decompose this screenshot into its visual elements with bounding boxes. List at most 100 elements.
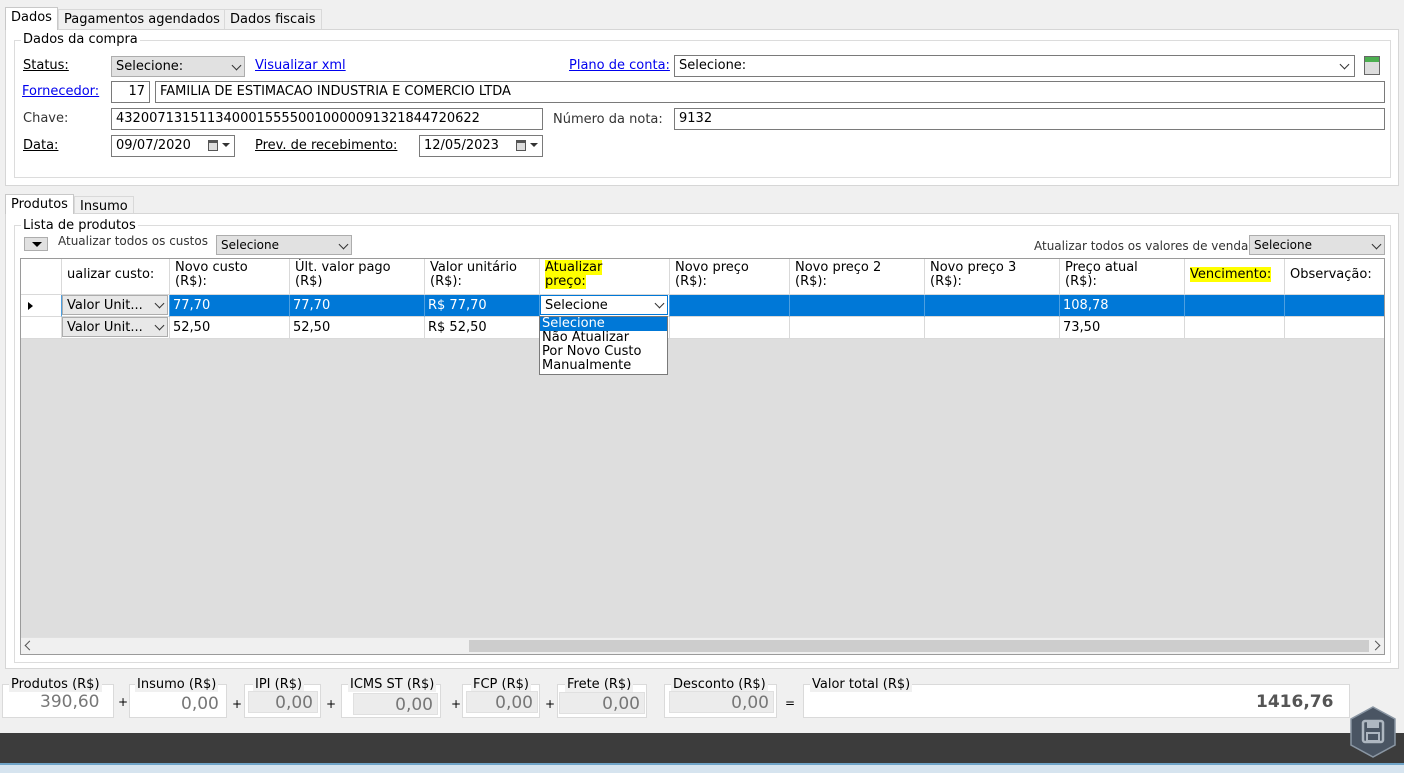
row-pointer-icon [28,302,33,310]
collapse-button[interactable] [24,237,48,251]
col-header-novo-custo[interactable]: Novo custo (R$): [170,259,290,295]
plano-de-conta-value: Selecione: [679,58,747,73]
cost-mode-select[interactable]: Valor Unit... [62,317,168,337]
col-header-vencimento[interactable]: Vencimento: [1185,259,1285,295]
update-price-dropdown-list[interactable]: Selecione Não Atualizar Por Novo Custo M… [539,316,668,375]
col-header-ult-valor-pago[interactable]: Últ. valor pago (R$) [290,259,425,295]
update-sales-label: Atualizar todos os valores de venda [1034,239,1249,253]
prev-recebimento-value: 12/05/2023 [424,138,499,153]
dropdown-option[interactable]: Por Novo Custo [540,345,667,359]
update-costs-select[interactable]: Selecione [216,235,352,255]
tab-dados[interactable]: Dados [5,7,58,30]
supplier-code-field[interactable]: 17 [111,81,150,103]
status-select[interactable]: Selecione: [111,56,245,77]
dropdown-option[interactable]: Não Atualizar [540,331,667,345]
cost-mode-cell[interactable]: Valor Unit... [62,295,170,317]
supplier-name-field[interactable]: FAMILIA DE ESTIMACAO INDUSTRIA E COMERCI… [155,81,1385,103]
chave-field[interactable]: 4320071315113400015555001000009132184472… [111,108,543,130]
new-price-cell[interactable] [670,317,790,339]
plano-de-conta-link[interactable]: Plano de conta: [569,58,670,73]
new-price-2-cell[interactable] [790,295,925,317]
col-header-valor-unitario[interactable]: Valor unitário (R$): [425,259,540,295]
update-price-select[interactable]: Selecione [540,295,668,315]
status-label: Status: [23,58,69,73]
total-desconto-value: 0,00 [669,691,774,713]
last-paid-cell[interactable]: 77,70 [290,295,425,317]
visualizar-xml-link[interactable]: Visualizar xml [255,58,346,73]
calendar-icon [516,140,526,151]
unit-value-cell[interactable]: R$ 77,70 [425,295,540,317]
new-cost-cell[interactable]: 77,70 [170,295,290,317]
total-valor-value: 1416,76 [1256,692,1334,712]
prev-recebimento-picker[interactable]: 12/05/2023 [419,135,543,157]
plano-de-conta-select[interactable]: Selecione: [674,55,1355,77]
total-insumo-value: 0,00 [181,694,219,714]
dropdown-option[interactable]: Manualmente [540,359,667,373]
new-cost-cell[interactable]: 52,50 [170,317,290,339]
update-price-cell[interactable]: Selecione [540,295,670,317]
calculator-icon[interactable] [1364,56,1380,75]
chevron-down-icon [154,320,165,331]
total-ipi-value: 0,00 [248,691,318,713]
numero-nota-label: Número da nota: [553,112,663,127]
total-ipi-label: IPI (R$) [253,677,305,692]
new-price-3-cell[interactable] [925,295,1060,317]
row-header[interactable] [21,295,62,317]
tab-pagamentos-agendados[interactable]: Pagamentos agendados [58,9,226,30]
dropdown-option[interactable]: Selecione [540,317,667,331]
dropdown-arrow-icon [530,143,538,147]
chave-label: Chave: [23,111,69,126]
fornecedor-link[interactable]: Fornecedor: [22,84,99,99]
chevron-down-icon [1371,239,1382,250]
col-header-novo-preco-3[interactable]: Novo preço 3 (R$): [925,259,1060,295]
horizontal-scrollbar[interactable] [21,637,1384,654]
col-header-novo-preco-2[interactable]: Novo preço 2 (R$): [790,259,925,295]
obs-cell[interactable] [1285,317,1384,339]
row-header[interactable] [21,317,62,339]
dropdown-arrow-icon [32,242,42,247]
due-cell[interactable] [1185,295,1285,317]
data-picker[interactable]: 09/07/2020 [111,135,235,157]
plus-sign: + [118,695,129,709]
new-price-cell[interactable] [670,295,790,317]
plus-sign: + [545,697,556,711]
data-value: 09/07/2020 [116,138,191,153]
scroll-right-icon[interactable] [1370,640,1381,651]
col-header-preco-atual[interactable]: Preço atual (R$): [1060,259,1185,295]
chevron-down-icon [231,60,242,71]
data-label: Data: [23,138,59,153]
tab-dados-fiscais[interactable]: Dados fiscais [224,9,322,30]
total-desconto-label: Desconto (R$) [671,677,768,692]
current-price-cell[interactable]: 108,78 [1060,295,1185,317]
current-price-cell[interactable]: 73,50 [1060,317,1185,339]
last-paid-cell[interactable]: 52,50 [290,317,425,339]
col-header-novo-preco[interactable]: Novo preço (R$): [670,259,790,295]
scroll-left-icon[interactable] [24,640,35,651]
new-price-3-cell[interactable] [925,317,1060,339]
save-icon [1350,706,1396,758]
chevron-down-icon [154,298,165,309]
purchase-legend: Dados da compra [21,32,140,47]
unit-value-cell[interactable]: R$ 52,50 [425,317,540,339]
due-cell[interactable] [1185,317,1285,339]
total-frete-value: 0,00 [559,692,645,714]
col-header-atualizar-custo[interactable]: ualizar custo: [62,259,170,295]
total-frete-label: Frete (R$) [565,677,634,692]
total-fcp-value: 0,00 [466,691,538,713]
products-grid[interactable]: ualizar custo: Novo custo (R$): Últ. valo… [20,258,1385,655]
numero-nota-field[interactable]: 9132 [674,108,1385,130]
save-button[interactable] [1350,706,1396,758]
total-valor-label: Valor total (R$) [810,677,913,692]
col-header-observacao[interactable]: Observação: [1285,259,1384,295]
cost-mode-cell[interactable]: Valor Unit... [62,317,170,339]
new-price-2-cell[interactable] [790,317,925,339]
scrollbar-thumb[interactable] [469,640,1369,652]
col-header-atualizar-preco[interactable]: Atualizar preço: [540,259,670,295]
update-sales-select[interactable]: Selecione [1249,235,1385,255]
prev-recebimento-label: Prev. de recebimento: [255,138,398,153]
tab-produtos[interactable]: Produtos [5,194,74,214]
chevron-down-icon [338,239,349,250]
tab-insumo[interactable]: Insumo [74,196,134,214]
obs-cell[interactable] [1285,295,1384,317]
cost-mode-select[interactable]: Valor Unit... [62,295,168,315]
